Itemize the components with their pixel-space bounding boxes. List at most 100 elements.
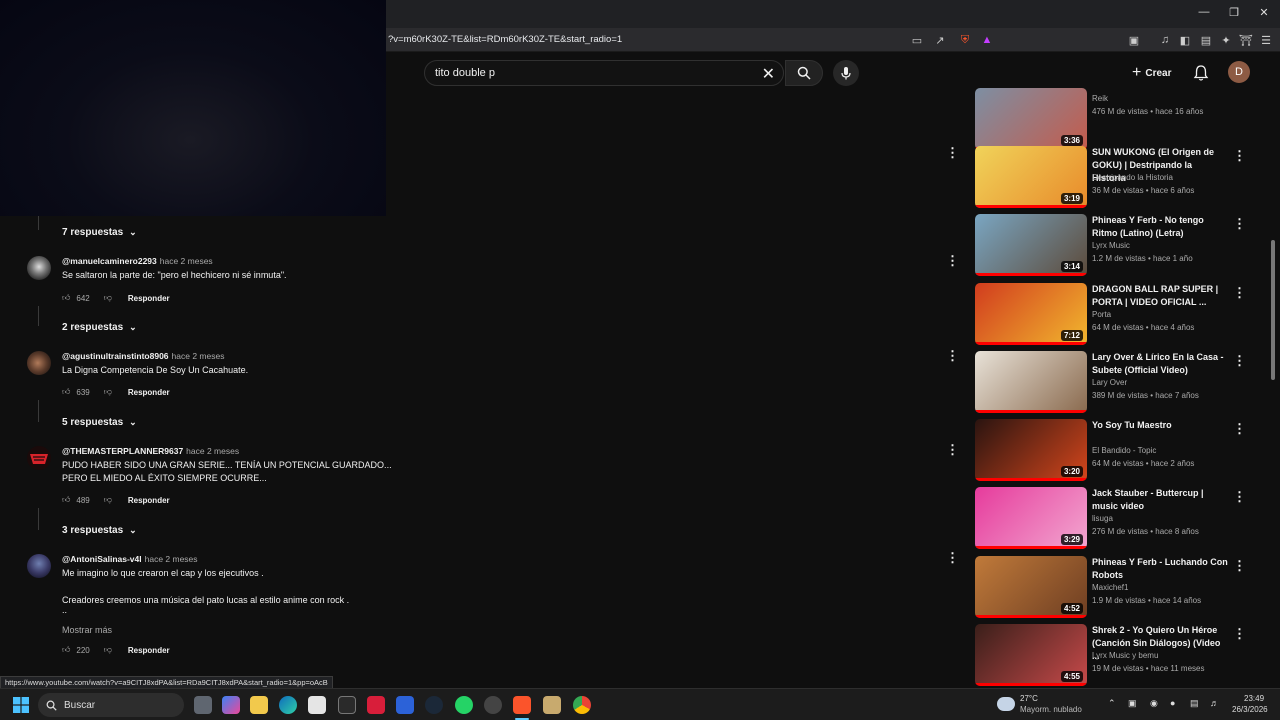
tray-icon[interactable]: ▣ [1128,698,1137,709]
comment-time[interactable]: hace 2 meses [172,351,225,361]
search-box[interactable]: ✕ [424,60,784,86]
video-menu-button[interactable]: ⋮ [1233,558,1246,574]
video-channel[interactable]: Reik [1092,94,1108,103]
avatar[interactable] [27,554,51,578]
steam-icon[interactable] [425,696,443,714]
video-thumbnail[interactable]: 3:36 [975,88,1087,150]
brave-rewards-icon[interactable]: ▲ [980,33,994,47]
dislike-icon[interactable]: 👎︎ [104,387,112,397]
clear-search-icon[interactable]: ✕ [762,64,775,84]
comment-time[interactable]: hace 2 meses [186,446,239,456]
app-icon[interactable] [367,696,385,714]
search-button[interactable] [785,60,823,86]
comment-time[interactable]: hace 2 meses [160,256,213,266]
reply-button[interactable]: Responder [128,388,170,397]
create-button[interactable]: + Crear [1124,61,1179,85]
cast-icon[interactable]: ▭ [910,33,924,47]
search-input[interactable] [435,67,755,79]
task-view-icon[interactable] [194,696,212,714]
store-icon[interactable] [308,696,326,714]
video-channel[interactable]: Maxichef1 [1092,583,1128,592]
tray-icon[interactable]: ◉ [1150,698,1158,709]
playlist-item[interactable]: 4:52 Phineas Y Ferb - Luchando Con Robots… [975,556,1265,618]
video-menu-button[interactable]: ⋮ [1233,285,1246,301]
vpn-icon[interactable]: ⛩ [1239,33,1253,47]
video-title[interactable]: DRAGON BALL RAP SUPER | PORTA | VIDEO OF… [1092,283,1228,309]
account-avatar[interactable]: D [1228,61,1250,83]
comment-author[interactable]: @agustinultrainstinto8906 [62,351,169,361]
restore-button[interactable]: ❐ [1224,6,1244,19]
edge-icon[interactable] [279,696,297,714]
comment-menu-button[interactable]: ⋮ [946,145,959,161]
video-channel[interactable]: lisuga [1092,514,1113,523]
video-menu-button[interactable]: ⋮ [1233,353,1246,369]
video-channel[interactable]: Lyrx Music [1092,241,1130,250]
brave-shield-icon[interactable]: ⛨ [958,33,972,47]
channel-name[interactable]: El Bandido - Topic [1092,446,1156,455]
video-channel[interactable]: Porta [1092,310,1111,319]
channel-name[interactable]: Maxichef1 [1092,583,1128,592]
replies-toggle[interactable]: 2 respuestas ⌄ [62,322,137,333]
whatsapp-icon[interactable] [455,696,473,714]
playlist-item[interactable]: 4:55 Shrek 2 - Yo Quiero Un Héroe (Canció… [975,624,1265,686]
clock-time[interactable]: 23:49 [1244,694,1264,703]
video-thumbnail[interactable]: 3:19 [975,146,1087,208]
video-thumbnail[interactable] [975,351,1087,413]
screenshot-icon[interactable]: ▣ [1127,33,1141,47]
reply-button[interactable]: Responder [128,496,170,505]
replies-toggle[interactable]: 3 respuestas ⌄ [62,525,137,536]
brave-icon[interactable] [513,696,531,714]
comment-menu-button[interactable]: ⋮ [946,442,959,458]
reply-button[interactable]: Responder [128,294,170,303]
video-menu-button[interactable]: ⋮ [1233,489,1246,505]
video-channel[interactable]: Destripando la Historia [1092,173,1173,182]
playlist-item[interactable]: Lary Over & Lírico En la Casa - Subete (… [975,351,1265,413]
comment-menu-button[interactable]: ⋮ [946,550,959,566]
share-icon[interactable]: ↗ [933,33,947,47]
app-icon[interactable] [396,696,414,714]
network-icon[interactable]: ▤ [1190,698,1199,709]
reply-button[interactable]: Responder [128,646,170,655]
dislike-icon[interactable]: 👎︎ [104,495,112,505]
volume-icon[interactable]: ♬ [1210,698,1219,708]
video-title[interactable]: Yo Soy Tu Maestro [1092,419,1228,432]
url-text[interactable]: ?v=m60rK30Z-TE&list=RDm60rK30Z-TE&start_… [388,34,622,45]
playlist-item[interactable]: 7:12 DRAGON BALL RAP SUPER | PORTA | VIDE… [975,283,1265,345]
comment-menu-button[interactable]: ⋮ [946,253,959,269]
video-thumbnail[interactable]: 3:14 [975,214,1087,276]
leo-ai-icon[interactable]: ✦ [1219,33,1233,47]
video-thumbnail[interactable]: 3:20 [975,419,1087,481]
voice-search-button[interactable] [833,60,859,86]
epic-games-icon[interactable] [338,696,356,714]
scrollbar-thumb[interactable] [1271,240,1275,380]
video-thumbnail[interactable]: 3:29 [975,487,1087,549]
league-of-legends-icon[interactable] [543,696,561,714]
comment-author[interactable]: @AntoniSalinas-v4l [62,554,142,564]
avatar[interactable] [27,446,51,470]
replies-toggle[interactable]: 7 respuestas ⌄ [62,227,137,238]
app-icon[interactable] [484,696,502,714]
taskbar-search[interactable]: Buscar [38,693,184,717]
video-title[interactable]: Jack Stauber - Buttercup | music video [1092,487,1228,513]
video-menu-button[interactable]: ⋮ [1233,216,1246,232]
weather-desc[interactable]: Mayorm. nublado [1020,705,1082,714]
windows-start-icon[interactable] [13,697,29,713]
sidebar-icon[interactable]: ◧ [1178,33,1192,47]
avatar[interactable] [27,256,51,280]
channel-name[interactable]: Destripando la Historia [1092,173,1173,182]
video-channel[interactable]: Lary Over [1092,378,1127,387]
avatar[interactable] [27,351,51,375]
microphone-icon[interactable]: ● [1170,698,1175,708]
video-thumbnail[interactable]: 4:52 [975,556,1087,618]
comment-author[interactable]: @THEMASTERPLANNER9637 [62,446,183,456]
weather-temp[interactable]: 27°C [1020,694,1038,703]
replies-toggle[interactable]: 5 respuestas ⌄ [62,417,137,428]
clock-date[interactable]: 26/3/2026 [1232,705,1268,714]
channel-name[interactable]: Reik [1092,94,1108,103]
playlist-item[interactable]: 3:14 Phineas Y Ferb - No tengo Ritmo (Lat… [975,214,1265,276]
dislike-icon[interactable]: 👎︎ [104,293,112,303]
video-title[interactable]: Lary Over & Lírico En la Casa - Subete (… [1092,351,1228,377]
playlist-item[interactable]: 3:19 SUN WUKONG (El Origen de GOKU) | Des… [975,146,1265,208]
video-menu-button[interactable]: ⋮ [1233,421,1246,437]
video-thumbnail[interactable]: 4:55 [975,624,1087,686]
